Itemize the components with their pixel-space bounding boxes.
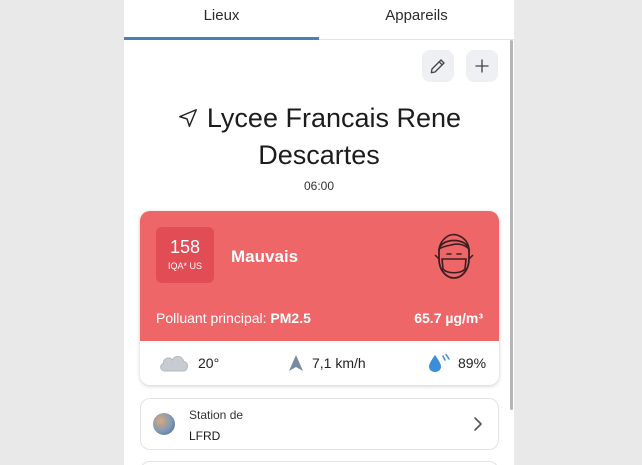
edit-button[interactable] (422, 50, 454, 82)
pollutant-concentration: 65.7 µg/m³ (414, 310, 483, 326)
wind: 7,1 km/h (288, 341, 366, 385)
chevron-right-icon (474, 417, 482, 431)
pollutant-label: Polluant principal: (156, 310, 267, 326)
navigation-arrow-icon (178, 109, 197, 127)
aqi-unit: IQA* US (167, 261, 202, 271)
main-pollutant: Polluant principal: PM2.5 (156, 310, 311, 326)
scrollbar[interactable] (510, 40, 513, 410)
humidity-value: 89% (458, 355, 487, 371)
plus-icon (475, 59, 489, 73)
station-item[interactable]: Station de LFRD (140, 398, 499, 450)
temperature-value: 20° (198, 355, 220, 371)
cloud-icon (160, 355, 188, 372)
mask-face-icon (434, 233, 474, 279)
aqi-value: 158 (169, 237, 201, 257)
active-tab-indicator (124, 37, 319, 40)
humidity: 89% (428, 341, 486, 385)
aqi-status: Mauvais (231, 247, 299, 266)
aqi-summary: 158 IQA* US Mauvais Polluant principal: … (140, 211, 499, 341)
app-screen: Lieux Appareils Lycee Francais Rene Desc… (124, 0, 514, 465)
tab-bar: Lieux Appareils (124, 0, 514, 40)
pencil-icon (430, 59, 445, 74)
wind-direction-icon (289, 355, 303, 371)
location-title: Lycee Francais Rene Descartes (144, 100, 494, 174)
weather-row: 20° 7,1 km/h 89% (140, 341, 499, 385)
aqi-card[interactable]: 158 IQA* US Mauvais Polluant principal: … (140, 211, 499, 385)
temperature: 20° (158, 341, 219, 385)
humidity-drop-icon (429, 353, 450, 372)
wind-value: 7,1 km/h (312, 355, 366, 371)
update-time: 06:00 (303, 179, 335, 193)
aqi-badge: 158 IQA* US (156, 227, 214, 283)
station-label: Station de (189, 408, 244, 422)
station-avatar (153, 413, 175, 435)
next-list-item[interactable] (140, 461, 499, 465)
pollutant-name: PM2.5 (270, 310, 311, 326)
tab-appareils[interactable]: Appareils (319, 0, 514, 40)
location-name: Lycee Francais Rene Descartes (206, 103, 462, 170)
station-name: LFRD (189, 429, 221, 443)
tab-lieux[interactable]: Lieux (124, 0, 319, 40)
add-button[interactable] (466, 50, 498, 82)
